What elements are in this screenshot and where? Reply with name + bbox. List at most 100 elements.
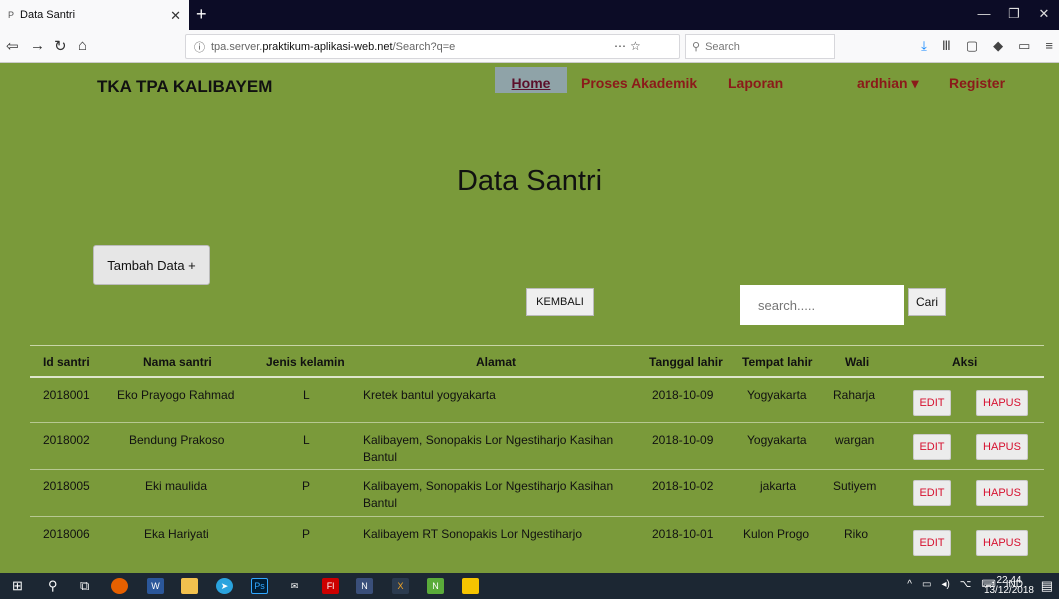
- cell-id: 2018001: [43, 388, 90, 402]
- cell-id: 2018005: [43, 479, 90, 493]
- cell-tempat: Kulon Progo: [743, 527, 810, 541]
- cell-id: 2018006: [43, 527, 90, 541]
- tab-favicon-icon: P: [8, 10, 15, 20]
- page-title: Data Santri: [456, 165, 603, 197]
- header-jenis-kelamin: Jenis kelamin: [266, 355, 345, 369]
- cell-alamat: Kalibayem, Sonopakis Lor Ngestiharjo Kas…: [363, 479, 614, 510]
- info-icon[interactable]: ⓘ: [194, 39, 205, 55]
- browser-navbar: ⇦ → ↻ ⌂ ⓘ tpa.server. praktikum-aplikasi-…: [0, 30, 1059, 63]
- cell-nama: Eko Prayogo Rahmad: [117, 388, 235, 402]
- telegram-icon[interactable]: ➤: [216, 578, 233, 594]
- task-view-icon[interactable]: ⧉: [80, 578, 89, 594]
- edit-button[interactable]: EDIT: [913, 530, 951, 556]
- hapus-button[interactable]: HAPUS: [976, 530, 1028, 556]
- cell-jk: P: [302, 479, 311, 493]
- row-divider: [30, 422, 1044, 423]
- file-explorer-icon[interactable]: [181, 578, 198, 594]
- windows-start-icon[interactable]: ⊞: [12, 578, 23, 594]
- table-header-border: [30, 376, 1044, 378]
- tambah-data-button[interactable]: Tambah Data +: [93, 245, 210, 285]
- cell-tempat: jakarta: [760, 479, 797, 493]
- tab-title: Data Santri: [20, 9, 76, 21]
- flash-icon[interactable]: Fl: [322, 578, 339, 594]
- edit-button[interactable]: EDIT: [913, 390, 951, 416]
- header-wali: Wali: [845, 355, 870, 369]
- chevron-up-icon[interactable]: ^: [907, 579, 912, 590]
- library-icon[interactable]: Ⅲ: [942, 38, 951, 54]
- close-icon[interactable]: ✕: [170, 8, 181, 24]
- cell-jk: L: [303, 388, 310, 402]
- firefox-icon[interactable]: [111, 578, 128, 594]
- edit-button[interactable]: EDIT: [913, 480, 951, 506]
- browser-search-input[interactable]: ⚲ Search: [685, 34, 835, 59]
- url-bar[interactable]: ⓘ tpa.server. praktikum-aplikasi-web.net /…: [185, 34, 680, 59]
- hapus-button[interactable]: HAPUS: [976, 390, 1028, 416]
- menu-proses-akademik[interactable]: Proses Akademik: [581, 75, 697, 91]
- menu-home[interactable]: Home: [495, 67, 567, 93]
- url-domain: praktikum-aplikasi-web.net: [262, 40, 393, 53]
- header-tanggal-lahir: Tanggal lahir: [649, 355, 723, 369]
- new-tab-icon[interactable]: +: [196, 4, 207, 25]
- cell-alamat: Kalibayem RT Sonopakis Lor Ngestiharjo: [363, 527, 583, 541]
- row-divider: [30, 516, 1044, 517]
- hapus-button[interactable]: HAPUS: [976, 434, 1028, 460]
- cell-nama: Eka Hariyati: [144, 527, 209, 541]
- network-icon[interactable]: ⌥: [960, 579, 972, 590]
- volume-icon[interactable]: ◂): [941, 579, 949, 590]
- window-close-icon[interactable]: ✕: [1029, 0, 1059, 30]
- cari-button[interactable]: Cari: [908, 288, 946, 316]
- browser-tab[interactable]: P Data Santri ✕: [0, 0, 189, 30]
- screenshot-icon[interactable]: ▭: [1018, 38, 1030, 54]
- forward-icon[interactable]: →: [30, 37, 45, 54]
- page-actions-icon[interactable]: ⋯☆: [614, 39, 645, 53]
- back-icon[interactable]: ⇦: [6, 37, 19, 55]
- reload-icon[interactable]: ↻: [54, 37, 67, 55]
- photoshop-icon[interactable]: Ps: [251, 578, 268, 594]
- url-prefix: tpa.server.: [211, 40, 263, 53]
- header-alamat: Alamat: [476, 355, 517, 369]
- cell-jk: L: [303, 433, 310, 447]
- clock-date: 13/12/2018: [983, 585, 1034, 596]
- word-icon[interactable]: W: [147, 578, 164, 594]
- url-path: /Search?q=e: [392, 40, 456, 53]
- minimize-icon[interactable]: —: [969, 0, 999, 30]
- xampp-icon[interactable]: X: [392, 578, 409, 594]
- clock[interactable]: 22.44 13/12/2018: [984, 576, 1034, 596]
- header-nama-santri: Nama santri: [143, 355, 212, 369]
- battery-icon[interactable]: ▭: [922, 579, 931, 590]
- kembali-button[interactable]: KEMBALI: [526, 288, 594, 316]
- cell-wali: Sutiyem: [833, 479, 877, 493]
- search-input[interactable]: [740, 285, 904, 325]
- restore-icon[interactable]: ❐: [999, 0, 1029, 30]
- pocket-icon[interactable]: ◆: [993, 38, 1003, 54]
- notepad-icon[interactable]: N: [427, 578, 444, 594]
- header-aksi: Aksi: [952, 355, 978, 369]
- search-icon[interactable]: ⚲: [48, 578, 58, 594]
- menu-register[interactable]: Register: [949, 75, 1005, 91]
- cell-tanggal: 2018-10-09: [652, 433, 714, 447]
- cell-tempat: Yogyakarta: [747, 433, 807, 447]
- site-brand[interactable]: TKA TPA KALIBAYEM: [97, 77, 272, 97]
- header-id-santri: Id santri: [43, 355, 90, 369]
- browser-tabbar: P Data Santri ✕ + — ❐ ✕: [0, 0, 1059, 30]
- cell-jk: P: [302, 527, 311, 541]
- hapus-button[interactable]: HAPUS: [976, 480, 1028, 506]
- cell-nama: Eki maulida: [145, 479, 208, 493]
- cell-wali: wargan: [835, 433, 875, 447]
- download-icon[interactable]: ⤓: [921, 38, 927, 54]
- cell-tanggal: 2018-10-02: [652, 479, 714, 493]
- home-icon[interactable]: ⌂: [78, 37, 87, 54]
- cell-tanggal: 2018-10-01: [652, 527, 714, 541]
- menu-user-dropdown[interactable]: ardhian ▾: [857, 75, 918, 92]
- sidebar-icon[interactable]: ▢: [966, 38, 978, 54]
- cell-wali: Riko: [844, 527, 869, 541]
- os-taskbar: ⊞ ⚲ ⧉ W ➤ Ps ✉ Fl N X N ^ ▭ ◂) ⌥ ⌨ IND 2…: [0, 573, 1059, 599]
- mail-icon[interactable]: ✉: [286, 578, 303, 594]
- app-icon[interactable]: N: [356, 578, 373, 594]
- menu-laporan[interactable]: Laporan: [728, 75, 783, 91]
- notifications-icon[interactable]: ▤: [1041, 578, 1053, 594]
- edit-button[interactable]: EDIT: [913, 434, 951, 460]
- sticky-notes-icon[interactable]: [462, 578, 479, 594]
- menu-icon[interactable]: ≡: [1045, 38, 1053, 54]
- cell-wali: Raharja: [833, 388, 876, 402]
